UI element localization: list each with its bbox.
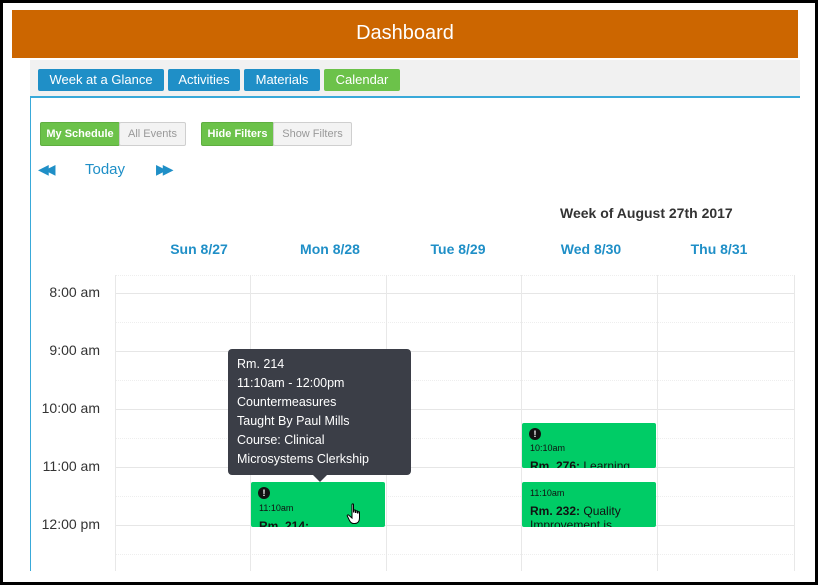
tooltip-instructor: Taught By Paul Mills bbox=[237, 414, 350, 428]
day-header-wed: Wed 8/30 bbox=[560, 241, 622, 257]
event-tooltip: Rm. 214 11:10am - 12:00pm Countermeasure… bbox=[228, 349, 411, 475]
grid-line bbox=[115, 525, 795, 526]
tooltip-arrow bbox=[313, 475, 327, 482]
day-column-divider bbox=[115, 275, 116, 571]
day-header-sun: Sun 8/27 bbox=[170, 241, 228, 257]
time-label-12pm: 12:00 pm bbox=[41, 516, 100, 532]
grid-line bbox=[115, 293, 795, 294]
hand-cursor-icon bbox=[346, 503, 360, 524]
tooltip-course-cont: Microsystems Clerkship bbox=[237, 452, 369, 466]
hide-filters-toggle[interactable]: Hide Filters bbox=[201, 122, 274, 146]
event-title: Rm. 276: Learning bbox=[530, 459, 631, 468]
grid-line bbox=[115, 351, 795, 352]
my-schedule-toggle[interactable]: My Schedule bbox=[40, 122, 120, 146]
tab-materials[interactable]: Materials bbox=[244, 69, 320, 91]
day-header-mon: Mon 8/28 bbox=[300, 241, 360, 257]
grid-line bbox=[115, 409, 795, 410]
dashboard-header: Dashboard bbox=[12, 10, 798, 58]
event-title: Rm. 214: bbox=[259, 519, 310, 527]
event-time: 11:10am bbox=[259, 503, 294, 513]
time-label-8am: 8:00 am bbox=[49, 284, 100, 300]
time-label-11am: 11:00 am bbox=[42, 458, 100, 474]
nav-bar: Week at a Glance Activities Materials Ca… bbox=[30, 60, 800, 98]
day-column-divider bbox=[657, 275, 658, 571]
week-label: Week of August 27th 2017 bbox=[560, 205, 733, 221]
all-events-toggle[interactable]: All Events bbox=[119, 122, 186, 146]
show-filters-toggle[interactable]: Show Filters bbox=[273, 122, 352, 146]
today-button[interactable]: Today bbox=[85, 161, 125, 178]
day-header-thu: Thu 8/31 bbox=[690, 241, 748, 257]
exclamation-icon: ! bbox=[529, 428, 541, 440]
grid-line bbox=[115, 322, 795, 323]
time-label-9am: 9:00 am bbox=[49, 342, 100, 358]
content-border bbox=[30, 96, 31, 571]
grid-line bbox=[115, 467, 795, 468]
event-wed-rm-276[interactable]: ! 10:10am Rm. 276: Learning bbox=[522, 423, 656, 468]
grid-line bbox=[115, 380, 795, 381]
grid-line bbox=[115, 554, 795, 555]
tooltip-course: Course: Clinical bbox=[237, 433, 325, 447]
tooltip-room: Rm. 214 bbox=[237, 357, 285, 371]
double-left-arrow-icon[interactable]: ◀◀ bbox=[38, 161, 55, 178]
double-right-arrow-icon[interactable]: ▶▶ bbox=[156, 161, 173, 178]
event-wed-rm-232[interactable]: 11:10am Rm. 232: Quality Improvement is bbox=[522, 482, 656, 527]
event-title: Rm. 232: Quality bbox=[530, 504, 621, 518]
event-time: 11:10am bbox=[530, 488, 565, 498]
event-time: 10:10am bbox=[530, 443, 566, 453]
event-title-line2: Improvement is bbox=[530, 518, 613, 527]
tab-calendar[interactable]: Calendar bbox=[324, 69, 400, 91]
day-column-divider bbox=[794, 275, 795, 571]
tooltip-title: Countermeasures bbox=[237, 395, 337, 409]
exclamation-icon: ! bbox=[258, 487, 270, 499]
page-title: Dashboard bbox=[356, 22, 454, 44]
tab-activities[interactable]: Activities bbox=[168, 69, 240, 91]
time-label-10am: 10:00 am bbox=[41, 400, 100, 416]
grid-line bbox=[115, 438, 795, 439]
grid-line bbox=[115, 496, 795, 497]
tab-week-at-a-glance[interactable]: Week at a Glance bbox=[38, 69, 164, 91]
day-header-tue: Tue 8/29 bbox=[430, 241, 486, 257]
event-mon-rm-214[interactable]: ! 11:10am Rm. 214: bbox=[251, 482, 385, 527]
tooltip-time: 11:10am - 12:00pm bbox=[237, 376, 345, 390]
grid-line bbox=[115, 275, 795, 276]
